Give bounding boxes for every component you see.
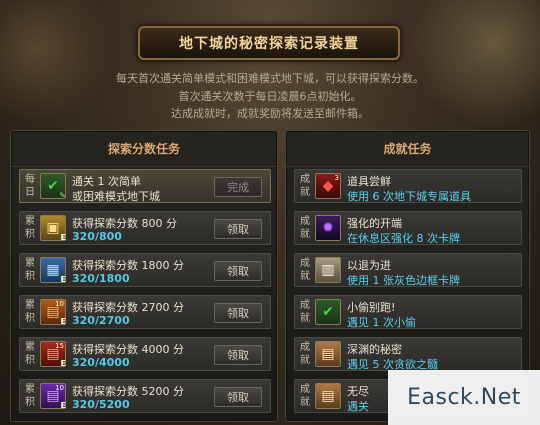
blue-gift-icon: ▦ E — [40, 257, 66, 284]
category-label: 成就 — [300, 300, 310, 324]
quest-row: 累积 10 ▤ E 获得探索分数 2700 分 320/2700 领取 — [19, 295, 271, 329]
red-gem-icon: 3 ◆ — [315, 173, 341, 199]
quest-progress: 320/5200 — [72, 398, 130, 411]
complete-button[interactable]: 完成 — [214, 177, 262, 197]
achievement-title: 无尽 — [347, 385, 369, 398]
purple-box-icon: 10 ▤ E — [40, 383, 66, 410]
achievement-title: 以退为进 — [347, 259, 391, 272]
quest-progress: 320/4000 — [72, 356, 130, 369]
quest-title: 获得探索分数 4000 分 — [72, 343, 184, 356]
page-title: 地下城的秘密探索记录装置 — [179, 36, 359, 52]
watermark: Easck.Net — [388, 370, 540, 425]
quest-title: 获得探索分数 2700 分 — [72, 301, 184, 314]
category-label: 成就 — [300, 258, 310, 282]
gold-chest-icon: ▣ E — [40, 215, 66, 242]
achievement-row: 成就 ✔ 小偷别跑! 遇见 1 次小偷 — [294, 295, 522, 329]
claim-button[interactable]: 领取 — [214, 303, 262, 323]
purple-gem-icon: ✹ — [315, 215, 341, 241]
achievement-description: 使用 6 次地下城专属道具 — [347, 190, 471, 203]
category-label: 累积 — [25, 258, 35, 282]
category-label: 成就 — [300, 384, 310, 408]
claim-button[interactable]: 领取 — [214, 219, 262, 239]
achievement-description: 使用 1 张灰色边框卡牌 — [347, 274, 460, 287]
orange-box-icon: 10 ▤ E — [40, 299, 66, 326]
quest-title: 获得探索分数 800 分 — [72, 217, 177, 230]
claim-button[interactable]: 领取 — [214, 261, 262, 281]
quest-title: 通关 1 次简单 — [72, 175, 141, 188]
category-label: 每日 — [25, 174, 35, 198]
quest-row: 累积 ▣ E 获得探索分数 800 分 320/800 领取 — [19, 211, 271, 245]
achievement-row: 成就 ▤ 深渊的秘密 遇见 5 次贪欲之髓 — [294, 337, 522, 371]
quest-row: 累积 15 ▤ E 获得探索分数 4000 分 320/4000 领取 — [19, 337, 271, 371]
quest-progress: 320/800 — [72, 230, 122, 243]
panel-title: 探索分数任务 — [11, 131, 277, 167]
exploration-score-panel: 探索分数任务 每日 ✔ ✎ 通关 1 次简单 或困难模式地下城 完成 累积 ▣ E … — [10, 130, 278, 422]
red-box-icon: 15 ▤ E — [40, 341, 66, 368]
quest-progress: 320/2700 — [72, 314, 130, 327]
achievement-row: 成就 3 ◆ 道具尝鲜 使用 6 次地下城专属道具 — [294, 169, 522, 203]
category-label: 累积 — [25, 384, 35, 408]
claim-button[interactable]: 领取 — [214, 345, 262, 365]
achievement-description: 遇见 1 次小偷 — [347, 316, 416, 329]
category-label: 成就 — [300, 342, 310, 366]
category-label: 成就 — [300, 174, 310, 198]
title-plate: 地下城的秘密探索记录装置 — [138, 26, 400, 60]
panel-title: 成就任务 — [286, 131, 529, 167]
scroll-icon: ▤ — [315, 341, 341, 367]
quest-row: 累积 10 ▤ E 获得探索分数 5200 分 320/5200 领取 — [19, 379, 271, 413]
category-label: 累积 — [25, 342, 35, 366]
category-label: 累积 — [25, 300, 35, 324]
green-check-icon: ✔ — [315, 299, 341, 325]
green-check-icon: ✔ ✎ — [40, 173, 66, 200]
claim-button[interactable]: 领取 — [214, 387, 262, 407]
quest-progress: 320/1800 — [72, 272, 130, 285]
description-line-2: 首次通关次数于每日凌晨6点初始化。 — [178, 90, 362, 103]
quest-title: 获得探索分数 1800 分 — [72, 259, 184, 272]
achievement-title: 道具尝鲜 — [347, 175, 391, 188]
quest-subtitle: 或困难模式地下城 — [72, 190, 160, 203]
achievement-title: 深渊的秘密 — [347, 343, 402, 356]
scroll-icon: ▤ — [315, 383, 341, 409]
achievement-row: 成就 ✹ 强化的开端 在休息区强化 8 次卡牌 — [294, 211, 522, 245]
category-label: 累积 — [25, 216, 35, 240]
description-line-3: 达成成就时，成就奖励将发送至邮件箱。 — [171, 107, 369, 120]
achievement-row: 成就 ▥ 以退为进 使用 1 张灰色边框卡牌 — [294, 253, 522, 287]
description-line-1: 每天首次通关简单模式和困难模式地下城，可以获得探索分数。 — [116, 72, 424, 85]
achievement-description: 遇关 — [347, 400, 369, 413]
category-label: 成就 — [300, 216, 310, 240]
quest-row: 累积 ▦ E 获得探索分数 1800 分 320/1800 领取 — [19, 253, 271, 287]
achievement-title: 强化的开端 — [347, 217, 402, 230]
card-icon: ▥ — [315, 257, 341, 283]
achievement-description: 在休息区强化 8 次卡牌 — [347, 232, 460, 245]
quest-row: 每日 ✔ ✎ 通关 1 次简单 或困难模式地下城 完成 — [19, 169, 271, 203]
quest-title: 获得探索分数 5200 分 — [72, 385, 184, 398]
achievement-title: 小偷别跑! — [347, 301, 396, 314]
